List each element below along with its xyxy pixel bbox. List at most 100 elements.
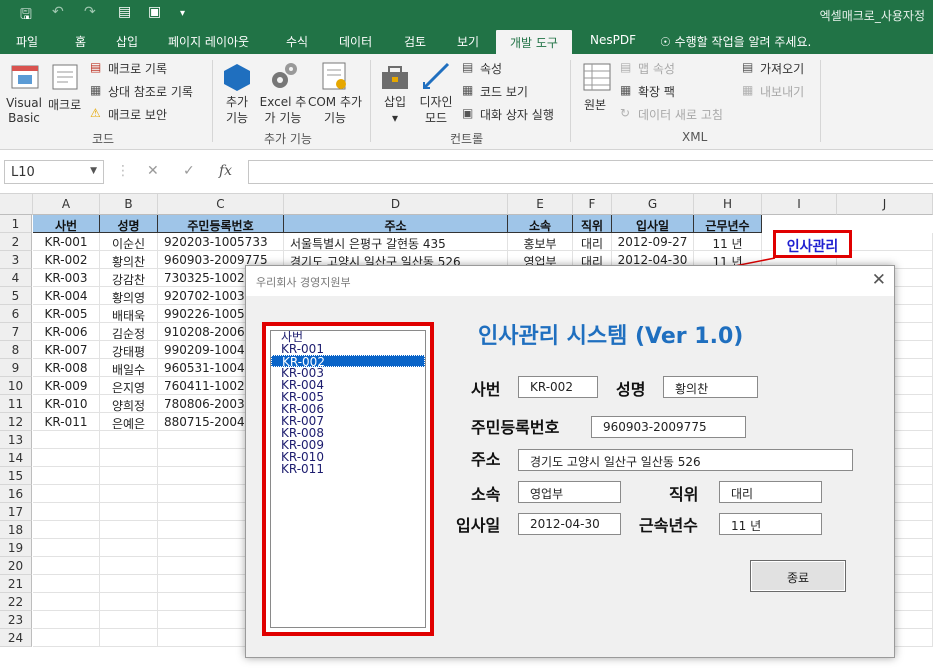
table-cell[interactable]: KR-009 [33, 377, 100, 395]
relative-ref-button[interactable]: 상대 참조로 기록 [108, 83, 193, 100]
join-date-field[interactable]: 2012-04-30 [518, 513, 621, 535]
enter-icon[interactable]: ✓ [183, 163, 195, 179]
table-cell[interactable] [33, 575, 100, 593]
import-button[interactable]: 가져오기 [760, 60, 804, 77]
table-cell[interactable]: 대리 [573, 233, 612, 251]
table-cell[interactable] [33, 629, 100, 647]
expansion-packs-button[interactable]: 확장 팩 [638, 83, 675, 100]
table-cell[interactable] [33, 593, 100, 611]
table-cell[interactable]: 황의찬 [100, 251, 158, 269]
table-cell[interactable]: 김순정 [100, 323, 158, 341]
tab-data[interactable]: 데이터 [339, 33, 372, 50]
table-cell[interactable]: 배일수 [100, 359, 158, 377]
column-header-a[interactable]: A [33, 194, 100, 215]
column-header-h[interactable]: H [694, 194, 762, 215]
row-header[interactable]: 10 [0, 377, 32, 395]
table-cell[interactable]: KR-003 [33, 269, 100, 287]
table-cell[interactable]: 2012-09-27 [612, 233, 694, 251]
row-header[interactable]: 11 [0, 395, 32, 413]
save-icon[interactable]: 🖫 [20, 4, 32, 28]
table-header-cell[interactable]: 주소 [284, 215, 508, 233]
column-header-i[interactable]: I [762, 194, 837, 215]
table-cell[interactable]: KR-007 [33, 341, 100, 359]
table-cell[interactable]: KR-010 [33, 395, 100, 413]
table-cell[interactable]: 강감찬 [100, 269, 158, 287]
table-cell[interactable] [33, 521, 100, 539]
row-header[interactable]: 8 [0, 341, 32, 359]
table-cell[interactable] [100, 503, 158, 521]
column-header-j[interactable]: J [837, 194, 933, 215]
table-header-cell[interactable]: 주민등록번호 [158, 215, 284, 233]
row-header[interactable]: 3 [0, 251, 32, 269]
table-cell[interactable] [100, 449, 158, 467]
table-cell[interactable]: 양희정 [100, 395, 158, 413]
addins-button[interactable]: 추가 기능 [220, 94, 254, 126]
xml-source-button[interactable]: 원본 [584, 96, 606, 113]
listbox-item[interactable]: KR-001 [271, 343, 425, 355]
table-cell[interactable]: 은지영 [100, 377, 158, 395]
table-cell[interactable] [33, 449, 100, 467]
table-cell[interactable] [33, 611, 100, 629]
tab-home[interactable]: 홈 [75, 33, 86, 50]
run-dialog-button[interactable]: 대화 상자 실행 [480, 106, 554, 123]
table-cell[interactable] [100, 593, 158, 611]
row-header[interactable]: 22 [0, 593, 32, 611]
table-header-cell[interactable]: 직위 [573, 215, 612, 233]
tell-me-box[interactable]: ☉ 수행할 작업을 알려 주세요. [660, 33, 811, 50]
table-cell[interactable]: 홍보부 [508, 233, 573, 251]
hr-management-button[interactable]: 인사관리 [773, 230, 852, 258]
name-field[interactable]: 황의찬 [663, 376, 758, 398]
view-code-button[interactable]: 코드 보기 [480, 83, 528, 100]
tab-view[interactable]: 보기 [457, 33, 479, 50]
tab-developer[interactable]: 개발 도구 [496, 30, 572, 54]
camera-icon[interactable]: ▣ [148, 4, 161, 20]
table-cell[interactable] [33, 503, 100, 521]
row-header[interactable]: 19 [0, 539, 32, 557]
com-addins-button[interactable]: COM 추가 기능 [306, 94, 364, 126]
excel-addins-button[interactable]: Excel 추가 기능 [258, 94, 308, 126]
insert-control-button[interactable]: 삽입 ▾ [378, 94, 412, 126]
table-header-cell[interactable]: 소속 [508, 215, 573, 233]
cancel-icon[interactable]: ✕ [147, 163, 159, 179]
tab-review[interactable]: 검토 [404, 33, 426, 50]
table-cell[interactable] [33, 557, 100, 575]
visual-basic-button[interactable]: Visual Basic [4, 96, 44, 126]
design-mode-button[interactable]: 디자인 모드 [416, 94, 456, 126]
table-cell[interactable]: KR-006 [33, 323, 100, 341]
table-cell[interactable] [33, 467, 100, 485]
row-header[interactable]: 20 [0, 557, 32, 575]
undo-icon[interactable]: ↶ [52, 4, 64, 20]
table-cell[interactable] [33, 431, 100, 449]
table-cell[interactable]: KR-004 [33, 287, 100, 305]
dept-field[interactable]: 영업부 [518, 481, 621, 503]
table-cell[interactable]: 이순신 [100, 233, 158, 251]
row-header[interactable]: 18 [0, 521, 32, 539]
address-field[interactable]: 경기도 고양시 일산구 일산동 526 [518, 449, 853, 471]
table-cell[interactable] [33, 485, 100, 503]
column-header-e[interactable]: E [508, 194, 573, 215]
table-cell[interactable] [33, 539, 100, 557]
table-cell[interactable]: KR-001 [33, 233, 100, 251]
ssn-field[interactable]: 960903-2009775 [591, 416, 746, 438]
row-header[interactable]: 21 [0, 575, 32, 593]
chevron-down-icon[interactable]: ▼ [90, 166, 97, 176]
row-header[interactable]: 5 [0, 287, 32, 305]
table-cell[interactable]: 920203-1005733 [158, 233, 284, 251]
table-cell[interactable]: 11 년 [694, 233, 762, 251]
tab-insert[interactable]: 삽입 [116, 33, 138, 50]
table-cell[interactable] [100, 611, 158, 629]
preview-icon[interactable]: ▤ [118, 4, 131, 20]
table-cell[interactable]: KR-008 [33, 359, 100, 377]
table-cell[interactable] [100, 629, 158, 647]
table-cell[interactable]: 강태평 [100, 341, 158, 359]
table-cell[interactable]: 서울특별시 은평구 갈현동 435 [284, 233, 508, 251]
table-header-cell[interactable]: 근무년수 [694, 215, 762, 233]
properties-button[interactable]: 속성 [480, 60, 502, 77]
column-header-d[interactable]: D [284, 194, 508, 215]
column-header-g[interactable]: G [612, 194, 694, 215]
tab-formulas[interactable]: 수식 [286, 33, 308, 50]
formula-input[interactable] [248, 160, 933, 184]
row-header[interactable]: 6 [0, 305, 32, 323]
table-cell[interactable] [100, 557, 158, 575]
close-icon[interactable]: ✕ [872, 270, 886, 290]
